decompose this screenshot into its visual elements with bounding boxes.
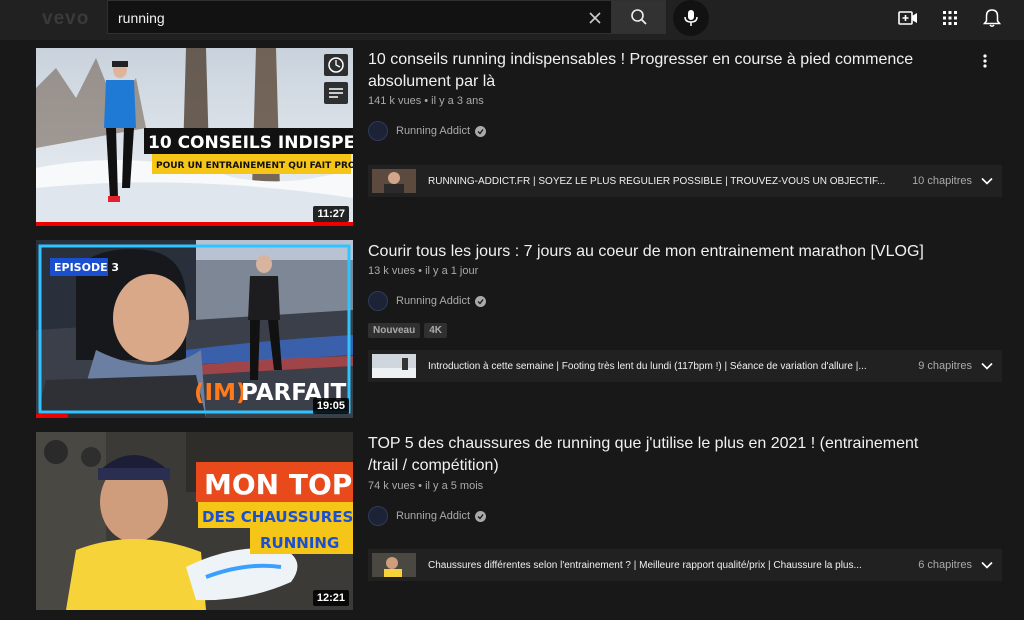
chapter-thumbnail [372,354,416,378]
video-title[interactable]: Courir tous les jours : 7 jours au coeur… [368,241,948,263]
badge-4k: 4K [424,323,448,338]
chevron-down-icon[interactable] [972,177,1002,185]
thumbnail-image: 10 CONSEILS INDISPENSABLES POUR UN ENTRA… [36,48,353,226]
chapter-count: 9 chapitres [918,360,972,372]
watch-progress-bar [36,414,68,418]
thumbnail-caption-2: DES CHAUSSURES [202,508,353,526]
clear-search-button[interactable] [584,7,606,29]
channel-name: Running Addict [396,295,470,307]
upload-age: il y a 5 mois [425,480,484,492]
thumbnail-caption-1: EPISODE 3 [54,261,119,274]
view-count: 141 k vues [368,95,422,107]
thumbnail-caption-1: 10 CONSEILS INDISPENSABLES [148,133,353,153]
chapter-titles: RUNNING-ADDICT.FR | SOYEZ LE PLUS RÉGULI… [428,175,886,187]
video-plus-icon [898,11,917,25]
channel-name: Running Addict [396,510,470,522]
search-icon [630,9,647,25]
thumbnail-caption-1: MON TOP 5 [204,468,353,501]
channel-name: Running Addict [396,125,470,137]
video-badges: Nouveau 4K [368,323,448,338]
verified-icon [475,125,486,137]
logo[interactable]: vevo [42,8,89,30]
voice-search-button[interactable] [673,0,709,36]
chapter-count: 10 chapitres [912,175,972,187]
chapter-titles: Introduction à cette semaine | Footing t… [428,360,867,372]
search-input[interactable] [118,7,578,29]
channel-link[interactable]: Running Addict [368,290,486,312]
chapter-titles: Chaussures différentes selon l'entrainem… [428,559,862,571]
chapters-panel[interactable]: RUNNING-ADDICT.FR | SOYEZ LE PLUS RÉGULI… [368,165,1002,197]
channel-link[interactable]: Running Addict [368,120,486,142]
close-icon [589,12,601,24]
apps-button[interactable] [938,6,962,30]
upload-age: il y a 1 jour [425,265,479,277]
apps-grid-icon [943,11,957,25]
duration-badge: 12:21 [312,590,349,606]
create-video-button[interactable] [896,6,920,30]
upload-age: il y a 3 ans [431,95,484,107]
watch-progress-bar [36,222,353,226]
video-meta: 141 k vues • il y a 3 ans [368,95,484,107]
chapter-thumbnail [372,169,416,193]
video-meta: 74 k vues • il y a 5 mois [368,480,484,492]
top-bar: vevo [0,0,1024,40]
video-result: EPISODE 3 (IM) PARFAIT 19:05 Courir tous… [36,240,1006,420]
chevron-down-icon[interactable] [972,362,1002,370]
duration-badge: 19:05 [312,398,349,414]
video-title[interactable]: 10 conseils running indispensables ! Pro… [368,49,948,93]
bell-icon [983,9,1001,27]
microphone-icon [684,10,698,26]
verified-icon [475,295,486,307]
thumbnail-caption-2: (IM) [194,380,246,406]
channel-avatar [368,291,388,311]
thumbnail-caption-3: RUNNING [260,534,339,552]
thumbnail-image: EPISODE 3 (IM) PARFAIT [36,240,353,418]
badge-new: Nouveau [368,323,421,338]
channel-link[interactable]: Running Addict [368,505,486,527]
video-meta: 13 k vues • il y a 1 jour [368,265,479,277]
channel-avatar [368,506,388,526]
video-thumbnail[interactable]: EPISODE 3 (IM) PARFAIT 19:05 [36,240,353,418]
verified-icon [475,510,486,522]
channel-avatar [368,121,388,141]
video-title[interactable]: TOP 5 des chaussures de running que j'ut… [368,433,948,477]
chapter-count: 6 chapitres [918,559,972,571]
thumbnail-caption-2: POUR UN ENTRAINEMENT QUI FAIT PROGRESSER… [156,161,353,171]
view-count: 13 k vues [368,265,416,277]
notifications-button[interactable] [980,6,1004,30]
chapter-thumbnail [372,553,416,577]
view-count: 74 k vues [368,480,416,492]
video-result: MON TOP 5 DES CHAUSSURES RUNNING 12:21 T… [36,432,1006,612]
chapters-panel[interactable]: Introduction à cette semaine | Footing t… [368,350,1002,382]
search-button[interactable] [611,0,666,34]
chapters-panel[interactable]: Chaussures différentes selon l'entrainem… [368,549,1002,581]
chevron-down-icon[interactable] [972,561,1002,569]
video-thumbnail[interactable]: 10 CONSEILS INDISPENSABLES POUR UN ENTRA… [36,48,353,226]
duration-badge: 11:27 [313,206,349,222]
more-vertical-icon [983,54,987,68]
video-result: 10 CONSEILS INDISPENSABLES POUR UN ENTRA… [36,48,1006,228]
search-box[interactable] [107,0,611,34]
video-thumbnail[interactable]: MON TOP 5 DES CHAUSSURES RUNNING 12:21 [36,432,353,610]
thumbnail-image: MON TOP 5 DES CHAUSSURES RUNNING [36,432,353,610]
more-actions-button[interactable] [974,50,996,72]
